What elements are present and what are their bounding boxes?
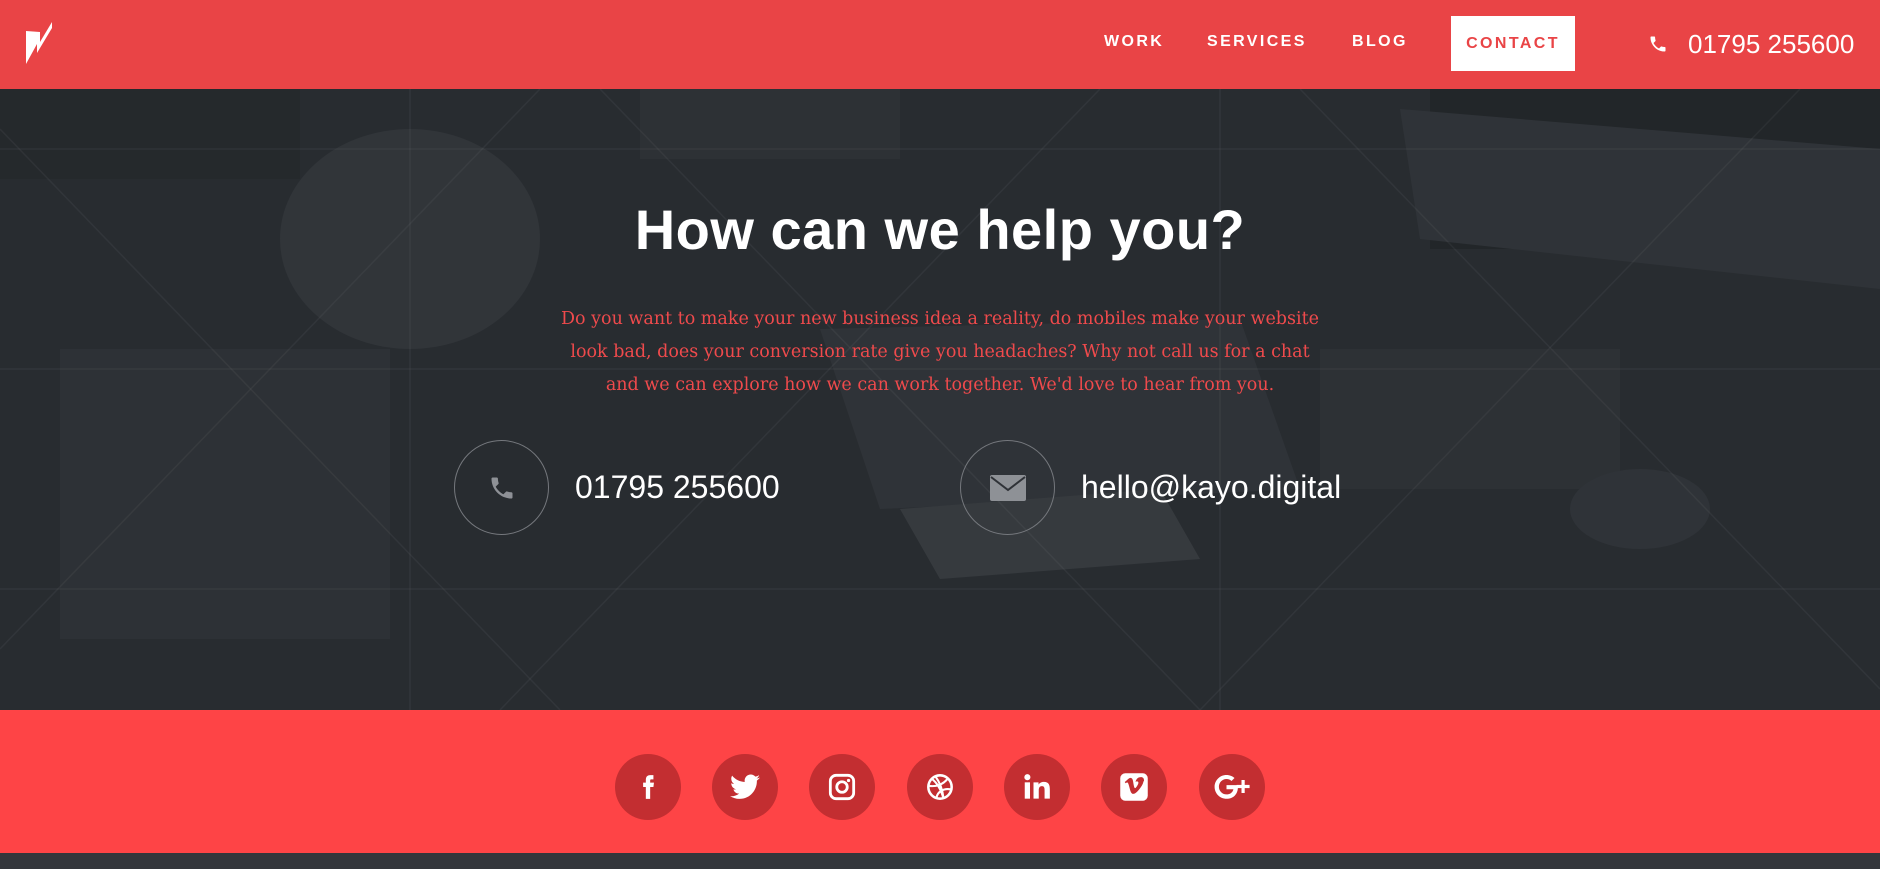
header-phone-number: 01795 255600 xyxy=(1688,28,1855,59)
linkedin-button[interactable] xyxy=(1004,754,1070,820)
nav-blog[interactable]: BLOG xyxy=(1352,33,1408,51)
twitter-button[interactable] xyxy=(712,754,778,820)
contact-phone-circle xyxy=(454,440,549,535)
vimeo-icon xyxy=(1120,773,1148,801)
contact-hero: How can we help you? Do you want to make… xyxy=(0,89,1880,710)
contact-email[interactable]: hello@kayo.digital xyxy=(960,440,1341,535)
contact-phone-number: 01795 255600 xyxy=(575,469,780,505)
logo-icon[interactable] xyxy=(26,22,52,64)
linkedin-icon xyxy=(1024,774,1050,799)
social-links-bar xyxy=(0,710,1880,853)
google-plus-icon xyxy=(1214,775,1250,799)
header-phone-link[interactable]: 01795 255600 xyxy=(1648,24,1854,64)
instagram-button[interactable] xyxy=(809,754,875,820)
phone-icon xyxy=(1650,36,1666,52)
hero-description: Do you want to make your new business id… xyxy=(561,309,1319,395)
nav-services[interactable]: SERVICES xyxy=(1207,33,1307,51)
facebook-button[interactable] xyxy=(615,754,681,820)
contact-email-circle xyxy=(960,440,1055,535)
google-plus-button[interactable] xyxy=(1199,754,1265,820)
footer-strip xyxy=(0,853,1880,869)
phone-icon xyxy=(491,477,512,498)
twitter-icon xyxy=(730,774,760,799)
envelope-icon xyxy=(989,474,1026,501)
facebook-icon xyxy=(643,775,654,799)
contact-phone[interactable]: 01795 255600 xyxy=(454,440,780,535)
nav-contact-label: CONTACT xyxy=(1466,34,1560,52)
hero-title: How can we help you? xyxy=(634,198,1246,261)
dribbble-button[interactable] xyxy=(907,754,973,820)
instagram-icon xyxy=(828,773,856,801)
site-header: WORK SERVICES BLOG CONTACT 01795 255600 xyxy=(0,0,1880,89)
contact-email-address: hello@kayo.digital xyxy=(1081,469,1342,505)
vimeo-button[interactable] xyxy=(1101,754,1167,820)
dribbble-icon xyxy=(927,774,953,800)
nav-work[interactable]: WORK xyxy=(1104,33,1164,51)
nav-contact[interactable]: CONTACT xyxy=(1451,16,1575,71)
